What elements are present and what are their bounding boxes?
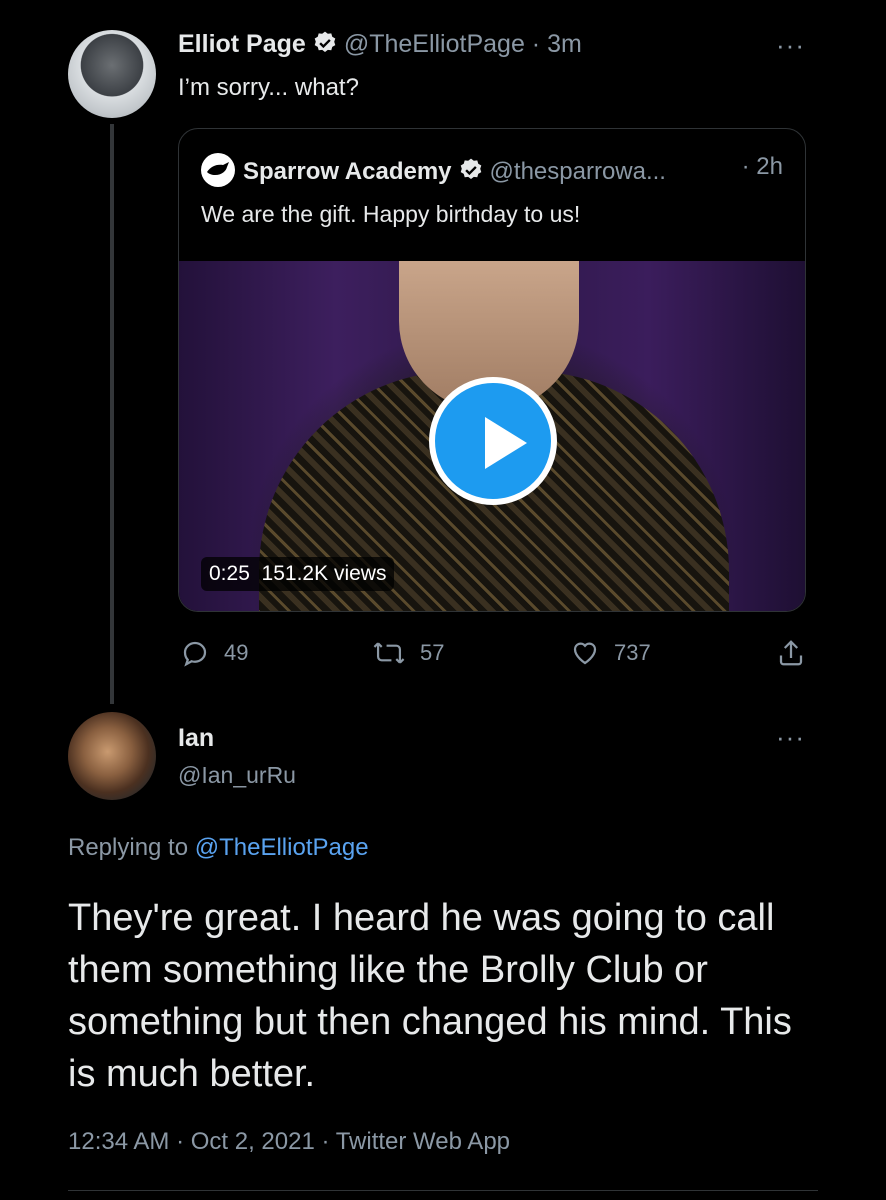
tweet-time[interactable]: · 3m [532,30,582,58]
tweet-header: Elliot Page @TheElliotPage · 3m [178,30,582,63]
play-icon [485,417,527,469]
quoted-tweet-header: Sparrow Academy @thesparrowa... [201,153,666,190]
avatar-ian[interactable] [68,712,156,800]
quoted-tweet-card[interactable]: Sparrow Academy @thesparrowa... · 2h We a… [178,128,806,612]
divider [68,1190,818,1191]
heart-icon [573,642,597,665]
more-options-icon[interactable]: ··· [776,30,805,61]
reply-action[interactable]: 49 [180,638,248,668]
author-name[interactable]: Elliot Page [178,30,306,58]
verified-badge-icon [312,30,338,63]
reply-more-options-icon[interactable]: ··· [776,722,805,753]
quoted-tweet-time[interactable]: · 2h [742,153,783,181]
share-action[interactable] [776,638,806,668]
video-views: 151.2K views [261,562,387,585]
video-player[interactable]: 0:25 151.2K views [179,261,805,611]
quoted-author-name[interactable]: Sparrow Academy [243,158,452,185]
quoted-tweet-text: We are the gift. Happy birthday to us! [201,201,581,227]
play-button[interactable] [429,377,557,505]
replying-to: Replying to @TheElliotPage [68,834,369,862]
retweet-count: 57 [420,640,445,665]
tweet-text: I’m sorry... what? [178,74,359,101]
replying-handle-link[interactable]: @TheElliotPage [195,834,369,861]
author-handle[interactable]: @TheElliotPage [344,30,525,58]
reply-count: 49 [224,640,249,665]
like-action[interactable]: 737 [570,638,651,668]
verified-badge-icon [458,157,484,190]
video-info-badge: 0:25 151.2K views [201,557,395,591]
sparrow-avatar-icon[interactable] [201,153,235,187]
video-duration: 0:25 [209,562,250,585]
replying-prefix: Replying to [68,834,189,861]
quoted-author-handle[interactable]: @thesparrowa... [490,158,666,185]
reply-icon [183,641,207,667]
reply-author-handle[interactable]: @Ian_urRu [178,762,296,789]
avatar-elliot-page[interactable] [68,30,156,118]
thread-line [110,124,114,704]
retweet-action[interactable]: 57 [372,638,444,668]
like-count: 737 [614,640,651,665]
reply-timestamp[interactable]: 12:34 AM · Oct 2, 2021 · Twitter Web App [68,1128,510,1156]
share-icon [779,640,803,666]
retweet-icon [373,642,405,664]
reply-text: They're great. I heard he was going to c… [68,897,792,1095]
reply-author-name[interactable]: Ian [178,724,214,753]
